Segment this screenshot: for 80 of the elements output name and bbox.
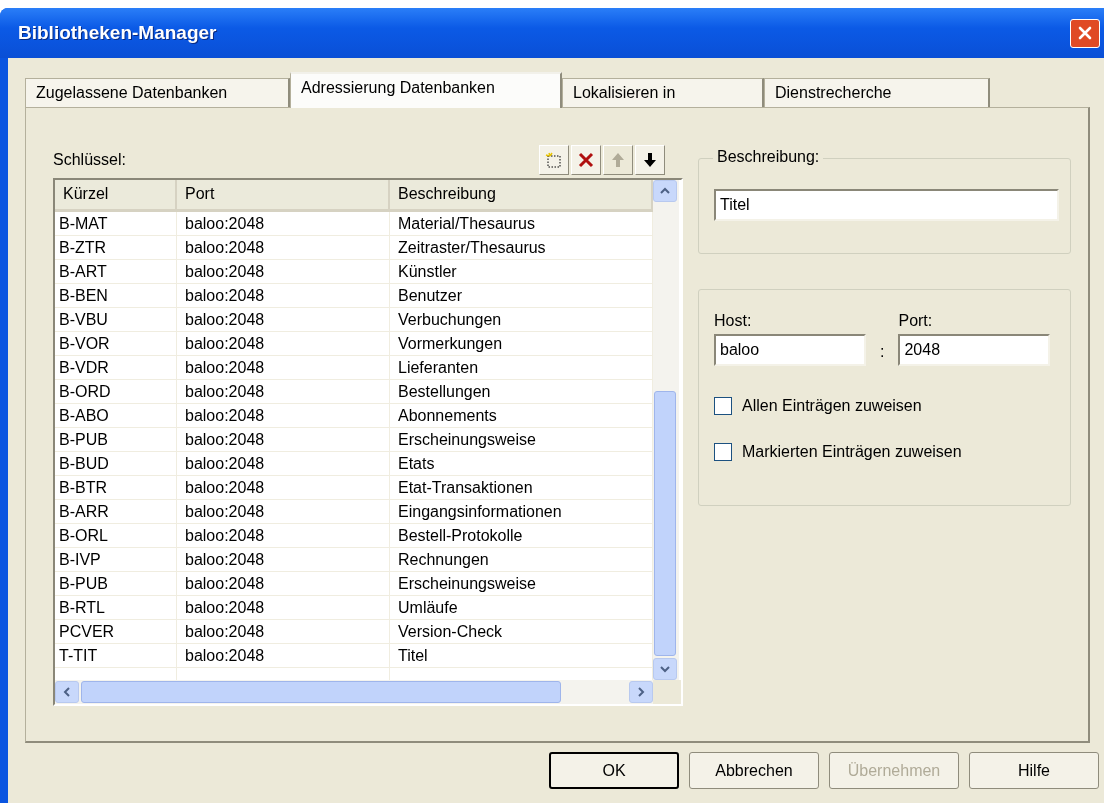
table-cell: baloo:2048 [177,572,390,595]
table-cell: baloo:2048 [177,380,390,403]
host-field[interactable]: baloo [714,334,866,366]
toolbar-button[interactable] [635,145,665,175]
table-cell: baloo:2048 [177,332,390,355]
arrow-down-icon [641,151,659,169]
chevron-down-icon [659,663,671,675]
table-cell: B-ZTR [55,236,177,259]
column-header[interactable]: Kürzel [55,180,177,209]
table-cell: B-RTL [55,596,177,619]
table-cell: baloo:2048 [177,308,390,331]
checkbox[interactable] [714,397,732,415]
table-cell: B-IVP [55,548,177,571]
table-cell: B-BUD [55,452,177,475]
toolbar-button[interactable] [571,145,601,175]
table-cell: B-ORD [55,380,177,403]
scroll-up-button[interactable] [653,180,677,202]
table-cell: B-BTR [55,476,177,499]
table-cell: baloo:2048 [177,452,390,475]
dialog-button[interactable]: Abbrechen [689,752,819,789]
table-cell: B-VOR [55,332,177,355]
checkbox-label[interactable]: Markierten Einträgen zuweisen [742,443,962,461]
arrow-up-icon [609,151,627,169]
checkbox-label[interactable]: Allen Einträgen zuweisen [742,397,922,415]
table-cell: baloo:2048 [177,548,390,571]
scroll-thumb[interactable] [81,681,561,703]
table-cell: B-ARR [55,500,177,523]
table-cell: baloo:2048 [177,524,390,547]
column-header[interactable]: Port [177,180,390,209]
dialog-button[interactable]: Hilfe [969,752,1099,789]
keys-label: Schlüssel: [53,151,126,169]
table-cell: baloo:2048 [177,620,390,643]
chevron-left-icon [61,686,73,698]
scroll-down-button[interactable] [653,658,677,680]
table-cell: B-ORL [55,524,177,547]
separator: : [879,343,886,362]
table-cell: B-VDR [55,356,177,379]
tab[interactable]: Lokalisieren in [562,78,764,107]
close-icon [1077,25,1093,41]
scroll-thumb[interactable] [654,391,676,656]
table-cell: baloo:2048 [177,212,390,235]
table-cell: baloo:2048 [177,476,390,499]
port-label: Port: [898,312,934,330]
port-field[interactable]: 2048 [898,334,1051,366]
scroll-right-button[interactable] [629,681,653,703]
scrollbar-corner [653,680,681,704]
close-button[interactable] [1070,18,1100,48]
table-cell: PCVER [55,620,177,643]
table-cell: baloo:2048 [177,260,390,283]
group-legend: Beschreibung: [713,148,824,166]
host-label: Host: [714,312,753,330]
table-cell: T-TIT [55,644,177,667]
table-cell: baloo:2048 [177,428,390,451]
table-cell: baloo:2048 [177,500,390,523]
table-cell: B-ART [55,260,177,283]
chevron-right-icon [635,686,647,698]
tab[interactable]: Dienstrecherche [764,78,990,107]
new-entry-icon [545,151,563,169]
table-cell: baloo:2048 [177,236,390,259]
delete-icon [577,151,595,169]
table-cell: baloo:2048 [177,404,390,427]
table-cell: baloo:2048 [177,356,390,379]
table-cell: B-BEN [55,284,177,307]
table-cell: B-ABO [55,404,177,427]
tab[interactable]: Zugelassene Datenbanken [25,78,290,107]
dialog-button[interactable]: OK [549,752,679,789]
horizontal-scrollbar[interactable] [55,680,653,704]
table-cell: B-PUB [55,428,177,451]
checkbox[interactable] [714,443,732,461]
table-cell: B-MAT [55,212,177,235]
table-cell: baloo:2048 [177,644,390,667]
tab[interactable]: Adressierung Datenbanken [290,72,562,108]
table-cell: B-PUB [55,572,177,595]
table-cell: B-VBU [55,308,177,331]
description-field[interactable]: Titel [714,189,1059,221]
table-cell: baloo:2048 [177,284,390,307]
vertical-scrollbar[interactable] [653,180,679,680]
scroll-left-button[interactable] [55,681,79,703]
window-title: Bibliotheken-Manager [18,22,217,44]
table-cell: baloo:2048 [177,596,390,619]
